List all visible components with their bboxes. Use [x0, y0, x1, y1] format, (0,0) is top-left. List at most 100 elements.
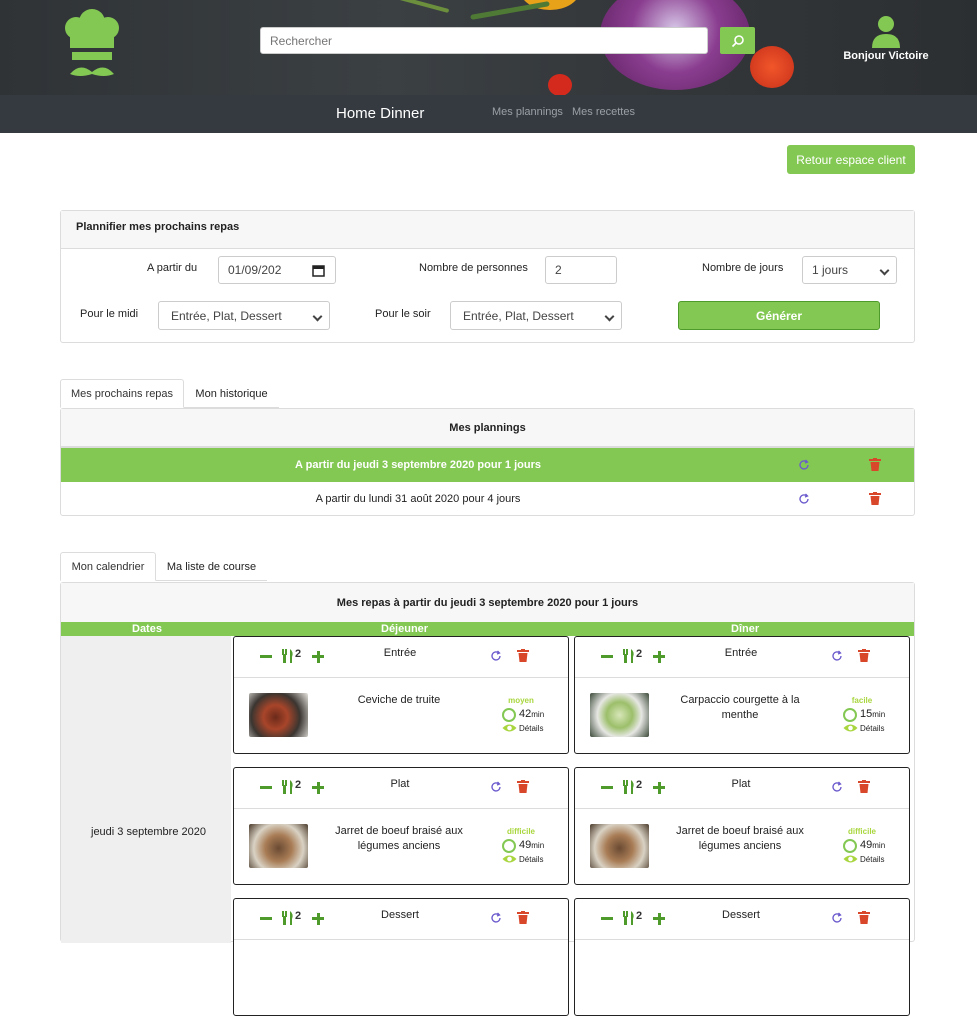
plus-icon-stem[interactable]: [657, 781, 661, 794]
meal-card-header: 2 Dessert: [575, 899, 909, 940]
cutlery-icon: [622, 780, 636, 797]
persons-value: 2: [555, 263, 562, 277]
prep-time-unit: min: [531, 841, 545, 850]
brand-title[interactable]: Home Dinner: [336, 105, 424, 122]
prep-time: 15min: [860, 708, 885, 720]
refresh-icon[interactable]: [490, 912, 502, 927]
trash-icon[interactable]: [858, 649, 870, 665]
trash-icon[interactable]: [858, 780, 870, 796]
date-label: jeudi 3 septembre 2020: [91, 826, 206, 838]
prep-time: 42min: [519, 708, 544, 720]
user-menu[interactable]: Bonjour Victoire: [843, 14, 929, 62]
refresh-icon[interactable]: [798, 493, 810, 505]
plus-icon-stem[interactable]: [316, 650, 320, 663]
nav-link-recettes[interactable]: Mes recettes: [572, 106, 635, 118]
plus-icon-stem[interactable]: [657, 650, 661, 663]
details-link[interactable]: Détails: [519, 855, 543, 864]
difficulty-label: difficile: [847, 827, 876, 836]
planning-row-label: A partir du jeudi 3 septembre 2020 pour …: [295, 459, 541, 471]
refresh-icon[interactable]: [490, 781, 502, 796]
chevron-down-icon: [312, 311, 323, 321]
persons-count: 2: [295, 910, 302, 922]
search-input[interactable]: [261, 28, 707, 53]
meal-card-header: 2 Dessert: [234, 899, 568, 940]
persons-input[interactable]: 2: [545, 256, 617, 284]
minus-icon[interactable]: [601, 655, 613, 658]
trash-icon[interactable]: [858, 911, 870, 927]
prep-time-value: 42: [519, 708, 532, 720]
tab-historique[interactable]: Mon historique: [184, 379, 279, 408]
prep-time: 49min: [860, 839, 885, 851]
trash-icon[interactable]: [517, 780, 529, 796]
dish-name[interactable]: Ceviche de truite: [334, 693, 464, 708]
details-link[interactable]: Détails: [860, 724, 884, 733]
difficulty-label: difficile: [506, 827, 535, 836]
minus-icon[interactable]: [260, 786, 272, 789]
clock-icon: [502, 708, 516, 722]
plus-icon-stem[interactable]: [316, 912, 320, 925]
start-label: A partir du: [147, 262, 198, 274]
tab-prochains-repas[interactable]: Mes prochains repas: [60, 379, 184, 408]
planning-row[interactable]: A partir du lundi 31 août 2020 pour 4 jo…: [61, 482, 914, 516]
refresh-icon[interactable]: [490, 650, 502, 665]
nav-link-plannings[interactable]: Mes plannings: [492, 106, 563, 118]
prep-time-unit: min: [872, 710, 886, 719]
soir-select[interactable]: Entrée, Plat, Dessert: [450, 301, 622, 330]
calendar-title: Mes repas à partir du jeudi 3 septembre …: [61, 583, 914, 622]
persons-label: Nombre de personnes: [419, 262, 528, 274]
minus-icon[interactable]: [260, 655, 272, 658]
tab-divider: [156, 580, 267, 581]
planning-row-label: A partir du lundi 31 août 2020 pour 4 jo…: [315, 493, 521, 505]
details-link[interactable]: Détails: [519, 724, 543, 733]
search-box: [260, 27, 708, 54]
plus-icon-stem[interactable]: [657, 912, 661, 925]
start-date-input[interactable]: 01/09/202: [218, 256, 336, 284]
minus-icon[interactable]: [601, 786, 613, 789]
dish-name[interactable]: Jarret de boeuf braisé aux légumes ancie…: [334, 824, 464, 854]
dish-name[interactable]: Carpaccio courgette à la menthe: [675, 693, 805, 723]
meal-card: 2 Plat Jarret de boeuf braisé aux légumes …: [574, 767, 910, 885]
minus-icon[interactable]: [260, 917, 272, 920]
prep-time-value: 49: [860, 839, 873, 851]
soir-value: Entrée, Plat, Dessert: [463, 308, 574, 323]
dish-photo[interactable]: [249, 693, 308, 737]
details-link[interactable]: Détails: [860, 855, 884, 864]
trash-icon[interactable]: [517, 649, 529, 665]
meal-card: 2 Entrée Ceviche de truite moyen 42min Détail…: [233, 636, 569, 754]
clock-icon: [843, 708, 857, 722]
trash-icon[interactable]: [869, 492, 881, 505]
midi-select[interactable]: Entrée, Plat, Dessert: [158, 301, 330, 330]
user-icon: [872, 16, 900, 48]
meal-card-header: 2 Plat: [234, 768, 568, 809]
tab-liste-course[interactable]: Ma liste de course: [156, 552, 267, 581]
generate-button[interactable]: Générer: [678, 301, 880, 330]
difficulty-label: moyen: [508, 696, 534, 705]
refresh-icon[interactable]: [831, 912, 843, 927]
trash-icon[interactable]: [517, 911, 529, 927]
dish-photo[interactable]: [249, 824, 308, 868]
dish-photo[interactable]: [590, 824, 649, 868]
dish-photo[interactable]: [590, 693, 649, 737]
refresh-icon[interactable]: [831, 781, 843, 796]
refresh-icon[interactable]: [798, 459, 810, 471]
meal-card: 2 Dessert: [574, 898, 910, 1016]
plus-icon-stem[interactable]: [316, 781, 320, 794]
calendar-icon[interactable]: [312, 264, 325, 277]
chef-logo-icon[interactable]: [62, 8, 122, 84]
cutlery-icon: [281, 649, 295, 666]
refresh-icon[interactable]: [831, 650, 843, 665]
days-label: Nombre de jours: [702, 262, 784, 274]
eye-icon[interactable]: [843, 854, 858, 867]
eye-icon[interactable]: [843, 723, 858, 736]
persons-count: 2: [636, 910, 643, 922]
days-select[interactable]: 1 jours: [802, 256, 897, 284]
eye-icon[interactable]: [502, 723, 517, 736]
minus-icon[interactable]: [601, 917, 613, 920]
search-button[interactable]: [720, 27, 755, 54]
eye-icon[interactable]: [502, 854, 517, 867]
tab-calendrier[interactable]: Mon calendrier: [60, 552, 156, 581]
trash-icon[interactable]: [869, 458, 881, 471]
dish-name[interactable]: Jarret de boeuf braisé aux légumes ancie…: [675, 824, 805, 854]
retour-button[interactable]: Retour espace client: [787, 145, 915, 174]
planning-row[interactable]: A partir du jeudi 3 septembre 2020 pour …: [61, 448, 914, 482]
